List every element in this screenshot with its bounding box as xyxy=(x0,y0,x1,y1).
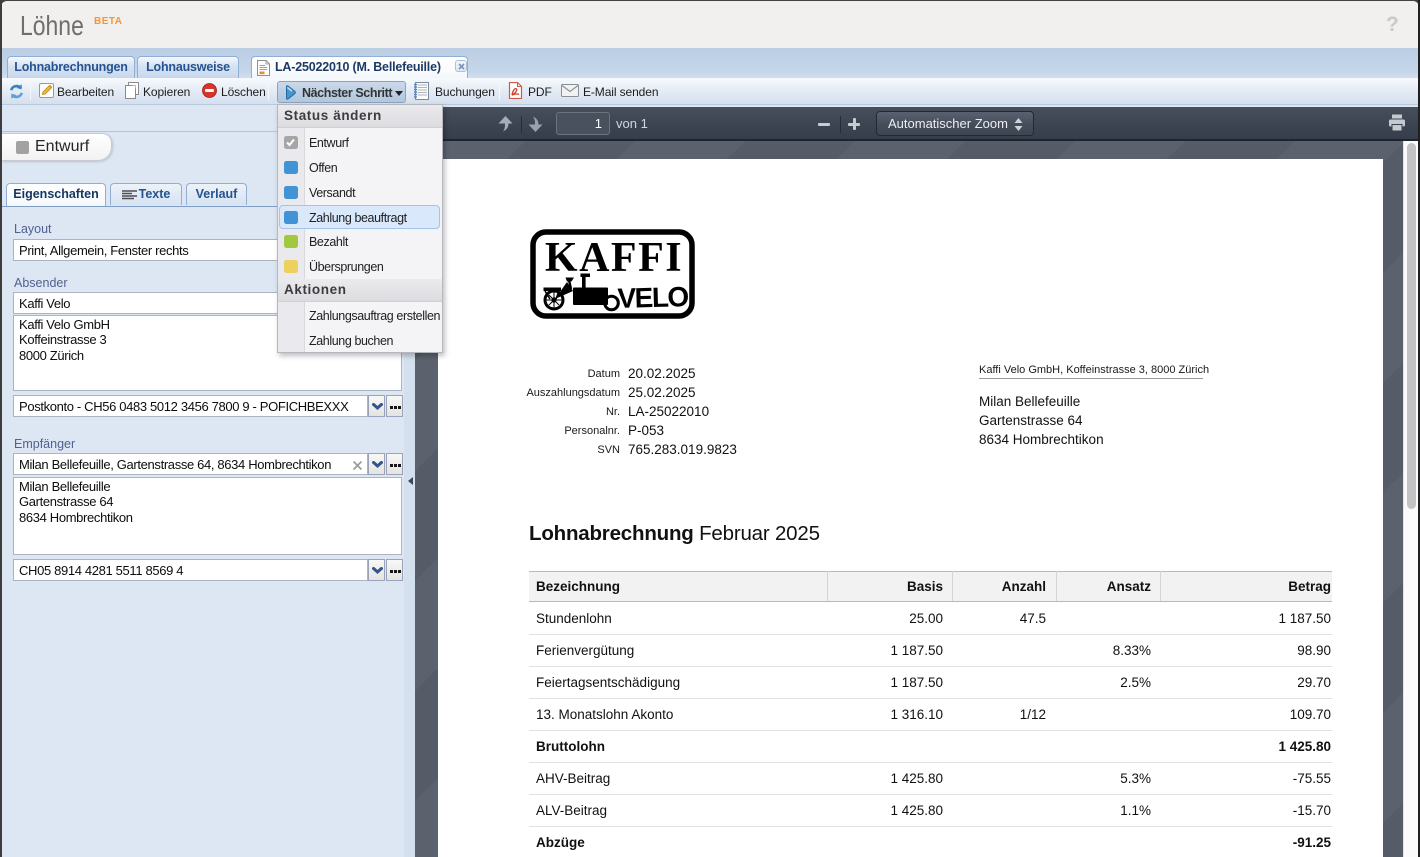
svg-text:VELO: VELO xyxy=(617,281,689,314)
svg-text:KAFFI: KAFFI xyxy=(545,235,683,281)
